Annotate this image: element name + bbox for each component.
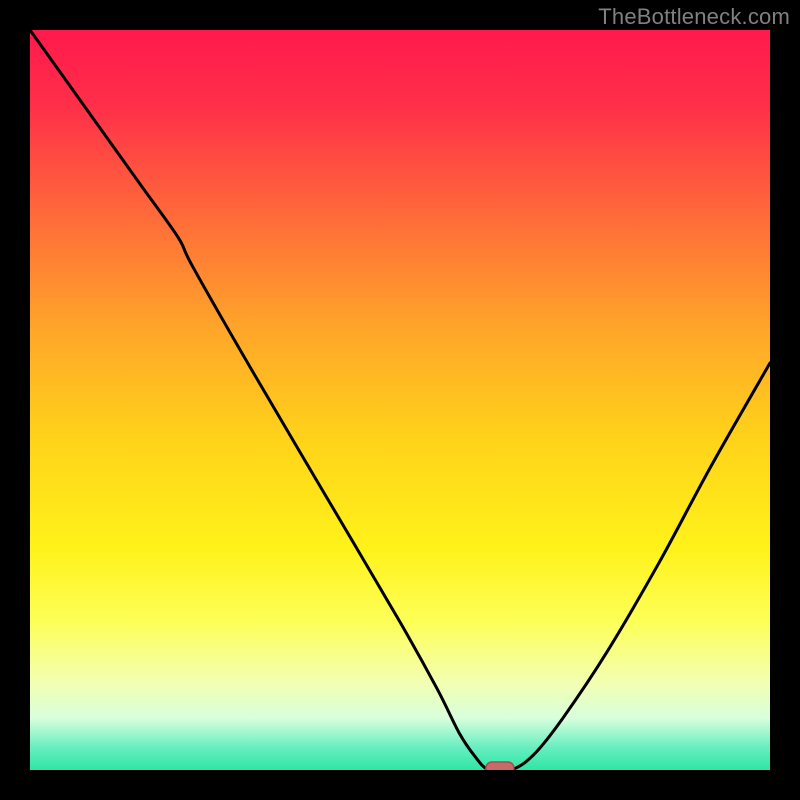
- bottleneck-chart: [30, 30, 770, 770]
- chart-frame: TheBottleneck.com: [0, 0, 800, 800]
- gradient-background: [30, 30, 770, 770]
- plot-area: [30, 30, 770, 770]
- watermark-label: TheBottleneck.com: [598, 4, 790, 30]
- optimal-marker: [486, 762, 514, 770]
